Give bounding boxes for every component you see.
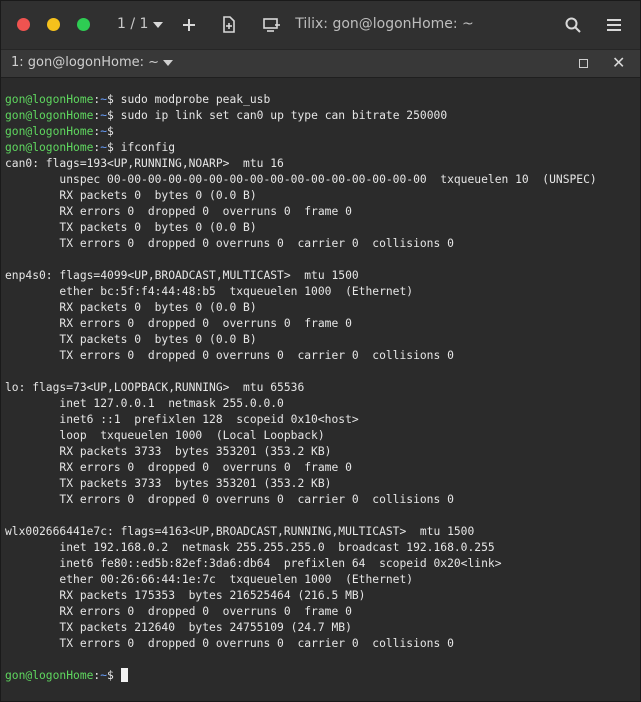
output-line: RX packets 0 bytes 0 (0.0 B)	[5, 189, 257, 202]
text-cursor	[120, 668, 128, 682]
output-line: ether bc:5f:f4:44:48:b5 txqueuelen 1000 …	[5, 285, 414, 298]
title-bar: 1 / 1 Tilix: gon@logonHome: ~	[1, 1, 640, 49]
prompt-symbol: $	[107, 93, 121, 106]
prompt-user: gon@logonHome	[5, 109, 94, 122]
output-line: TX errors 0 dropped 0 overruns 0 carrier…	[5, 237, 454, 250]
chevron-down-icon[interactable]	[163, 60, 173, 66]
command-text: ifconfig	[120, 141, 176, 154]
window-title: Tilix: gon@logonHome: ~	[295, 16, 474, 32]
tab-title[interactable]: 1: gon@logonHome: ~	[11, 55, 159, 70]
terminal-tab[interactable]: 1: gon@logonHome: ~ ✕	[1, 49, 640, 78]
window-close-button[interactable]	[17, 18, 30, 31]
prompt-line: gon@logonHome:~$	[5, 668, 637, 684]
output-line: RX errors 0 dropped 0 overruns 0 frame 0	[5, 605, 352, 618]
prompt-line: gon@logonHome:~$ sudo ip link set can0 u…	[5, 108, 637, 124]
terminal-output[interactable]: gon@logonHome:~$ sudo modprobe peak_usb g…	[5, 92, 637, 684]
output-line: inet 192.168.0.2 netmask 255.255.255.0 b…	[5, 541, 495, 554]
output-line: TX errors 0 dropped 0 overruns 0 carrier…	[5, 349, 454, 362]
chevron-down-icon[interactable]	[153, 22, 163, 28]
output-line: can0: flags=193<UP,RUNNING,NOARP> mtu 16	[5, 157, 284, 170]
output-line: lo: flags=73<UP,LOOPBACK,RUNNING> mtu 65…	[5, 381, 305, 394]
plus-icon[interactable]	[182, 18, 196, 32]
output-line: wlx002666441e7c: flags=4163<UP,BROADCAST…	[5, 525, 475, 538]
output-line: TX errors 0 dropped 0 overruns 0 carrier…	[5, 637, 454, 650]
command-text: sudo ip link set can0 up type can bitrat…	[120, 109, 448, 122]
output-line: RX packets 0 bytes 0 (0.0 B)	[5, 301, 257, 314]
output-line: TX packets 0 bytes 0 (0.0 B)	[5, 333, 257, 346]
output-line: inet 127.0.0.1 netmask 255.0.0.0	[5, 397, 284, 410]
prompt-user: gon@logonHome	[5, 669, 94, 682]
session-counter[interactable]: 1 / 1	[117, 16, 148, 32]
window-maximize-button[interactable]	[77, 18, 90, 31]
prompt-user: gon@logonHome	[5, 125, 94, 138]
new-session-icon[interactable]	[222, 16, 236, 33]
output-line: inet6 ::1 prefixlen 128 scopeid 0x10<hos…	[5, 413, 359, 426]
output-line: ether 00:26:66:44:1e:7c txqueuelen 1000 …	[5, 573, 414, 586]
maximize-terminal-icon[interactable]	[579, 59, 588, 68]
output-line: TX packets 0 bytes 0 (0.0 B)	[5, 221, 257, 234]
sync-input-icon[interactable]	[263, 18, 281, 32]
command-text: sudo modprobe peak_usb	[120, 93, 271, 106]
prompt-symbol: $	[107, 125, 121, 138]
prompt-symbol: $	[107, 109, 121, 122]
output-line: enp4s0: flags=4099<UP,BROADCAST,MULTICAS…	[5, 269, 359, 282]
prompt-line: gon@logonHome:~$	[5, 124, 637, 140]
output-line: TX packets 212640 bytes 24755109 (24.7 M…	[5, 621, 352, 634]
output-line: RX packets 175353 bytes 216525464 (216.5…	[5, 589, 366, 602]
prompt-line: gon@logonHome:~$ sudo modprobe peak_usb	[5, 92, 637, 108]
output-line: unspec 00-00-00-00-00-00-00-00-00-00-00-…	[5, 173, 597, 186]
hamburger-menu-icon[interactable]	[607, 19, 621, 31]
output-line: inet6 fe80::ed5b:82ef:3da6:db64 prefixle…	[5, 557, 502, 570]
close-terminal-icon[interactable]: ✕	[612, 53, 625, 72]
prompt-symbol: $	[107, 669, 121, 682]
output-line: TX packets 3733 bytes 353201 (353.2 KB)	[5, 477, 332, 490]
window-minimize-button[interactable]	[47, 18, 60, 31]
output-line: RX packets 3733 bytes 353201 (353.2 KB)	[5, 445, 332, 458]
output-line: loop txqueuelen 1000 (Local Loopback)	[5, 429, 325, 442]
output-line: RX errors 0 dropped 0 overruns 0 frame 0	[5, 461, 352, 474]
output-line: RX errors 0 dropped 0 overruns 0 frame 0	[5, 317, 352, 330]
search-icon[interactable]	[565, 17, 581, 33]
prompt-symbol: $	[107, 141, 121, 154]
output-line: TX errors 0 dropped 0 overruns 0 carrier…	[5, 493, 454, 506]
prompt-user: gon@logonHome	[5, 93, 94, 106]
prompt-line: gon@logonHome:~$ ifconfig	[5, 140, 637, 156]
prompt-user: gon@logonHome	[5, 141, 94, 154]
output-line: RX errors 0 dropped 0 overruns 0 frame 0	[5, 205, 352, 218]
terminal-window: 1 / 1 Tilix: gon@logonHome: ~ 1: gon@log…	[0, 0, 641, 702]
